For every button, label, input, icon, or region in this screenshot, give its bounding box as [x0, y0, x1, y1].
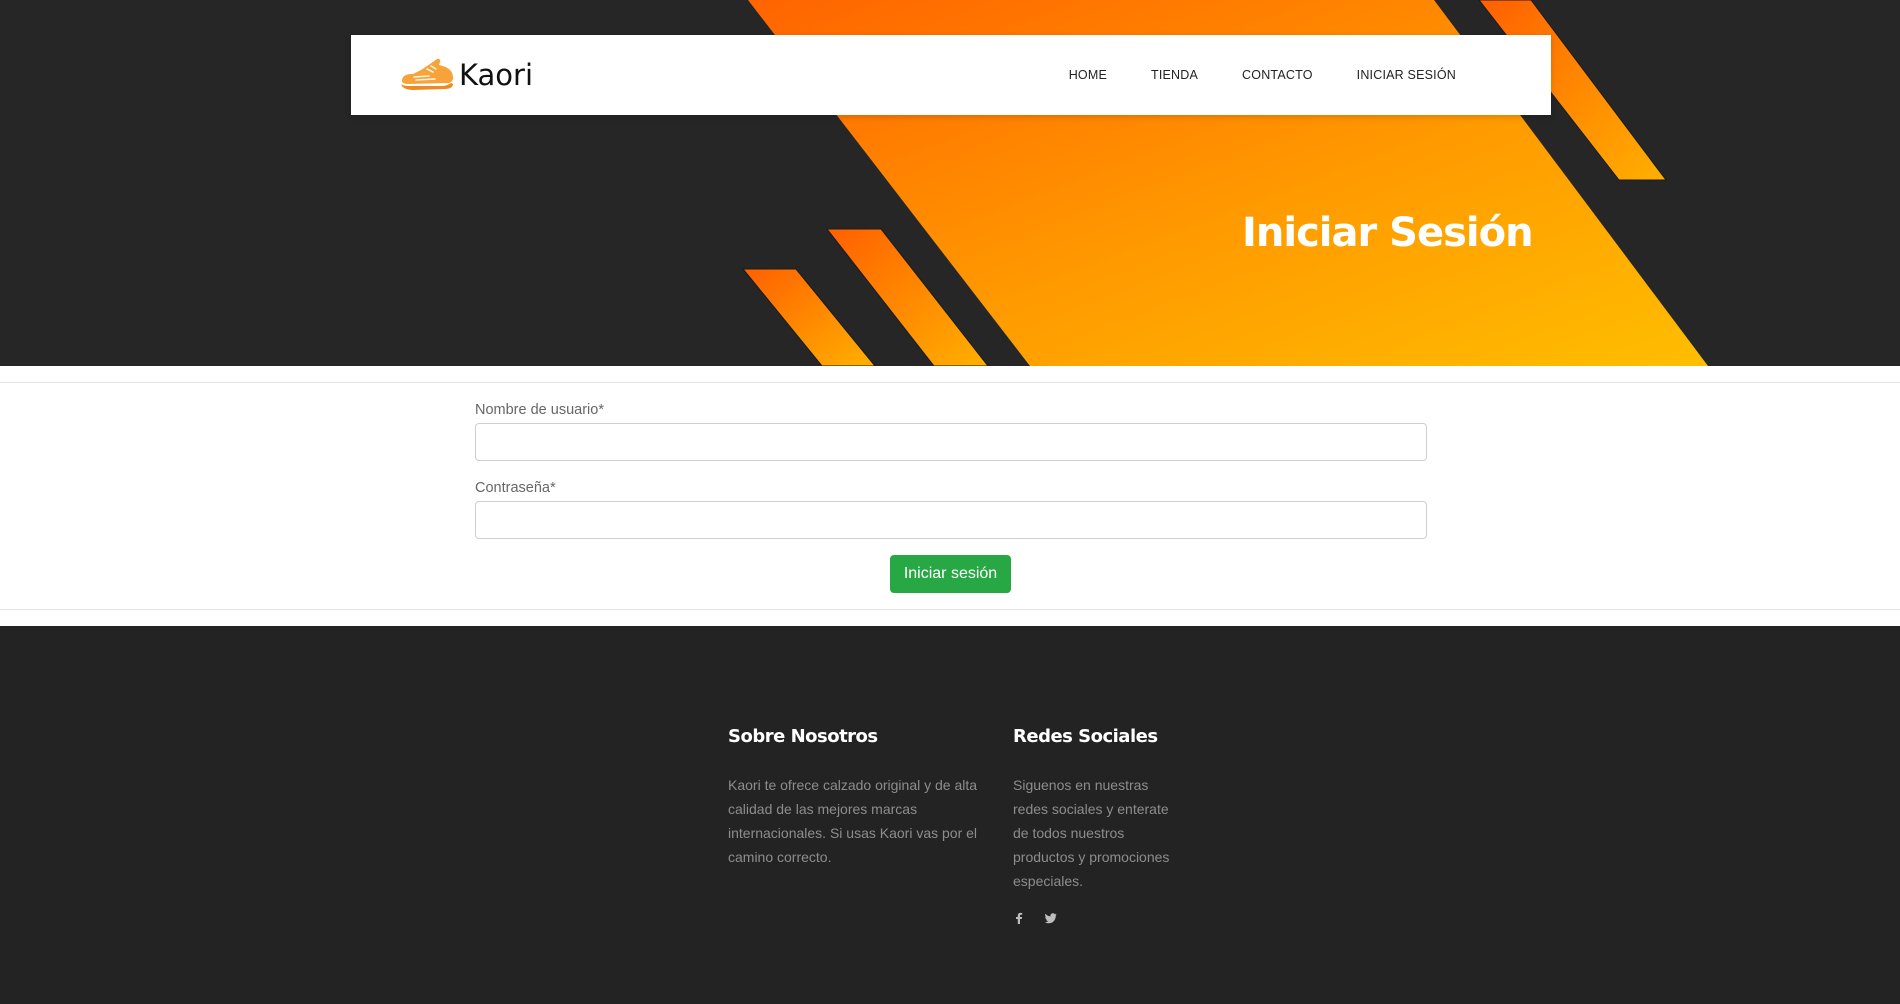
- footer-social-heading: Redes Sociales: [1013, 726, 1158, 747]
- password-label: Contraseña*: [475, 480, 556, 496]
- login-form-section: Nombre de usuario* Contraseña* Iniciar s…: [0, 366, 1900, 626]
- login-submit-button[interactable]: Iniciar sesión: [890, 555, 1011, 593]
- navbar: Kaori HOME TIENDA CONTACTO INICIAR SESIÓ…: [351, 35, 1551, 115]
- footer-social-text: Siguenos en nuestras redes sociales y en…: [1013, 777, 1170, 889]
- nav-link-tienda[interactable]: TIENDA: [1151, 68, 1198, 82]
- brand-logo-link[interactable]: Kaori: [399, 53, 533, 97]
- username-input[interactable]: [475, 423, 1427, 461]
- divider-top: [0, 382, 1900, 383]
- footer-about-heading: Sobre Nosotros: [728, 726, 878, 747]
- nav-menu: HOME TIENDA CONTACTO INICIAR SESIÓN: [1025, 35, 1456, 115]
- nav-link-home[interactable]: HOME: [1069, 68, 1107, 82]
- social-links: [1013, 912, 1057, 924]
- hero-left-stripe-2: [741, 268, 876, 366]
- footer-about-text: Kaori te ofrece calzado original y de al…: [728, 777, 978, 865]
- password-input[interactable]: [475, 501, 1427, 539]
- facebook-icon[interactable]: [1013, 912, 1025, 924]
- nav-link-contacto[interactable]: CONTACTO: [1242, 68, 1313, 82]
- username-label: Nombre de usuario*: [475, 402, 604, 418]
- twitter-icon[interactable]: [1045, 912, 1057, 924]
- shoe-logo-icon: [401, 58, 453, 90]
- page-title: Iniciar Sesión: [1242, 210, 1534, 256]
- footer: Sobre Nosotros Kaori te ofrece calzado o…: [0, 626, 1900, 1004]
- divider-bottom: [0, 609, 1900, 610]
- nav-link-iniciar-sesion[interactable]: INICIAR SESIÓN: [1357, 68, 1456, 82]
- brand-name: Kaori: [459, 58, 534, 92]
